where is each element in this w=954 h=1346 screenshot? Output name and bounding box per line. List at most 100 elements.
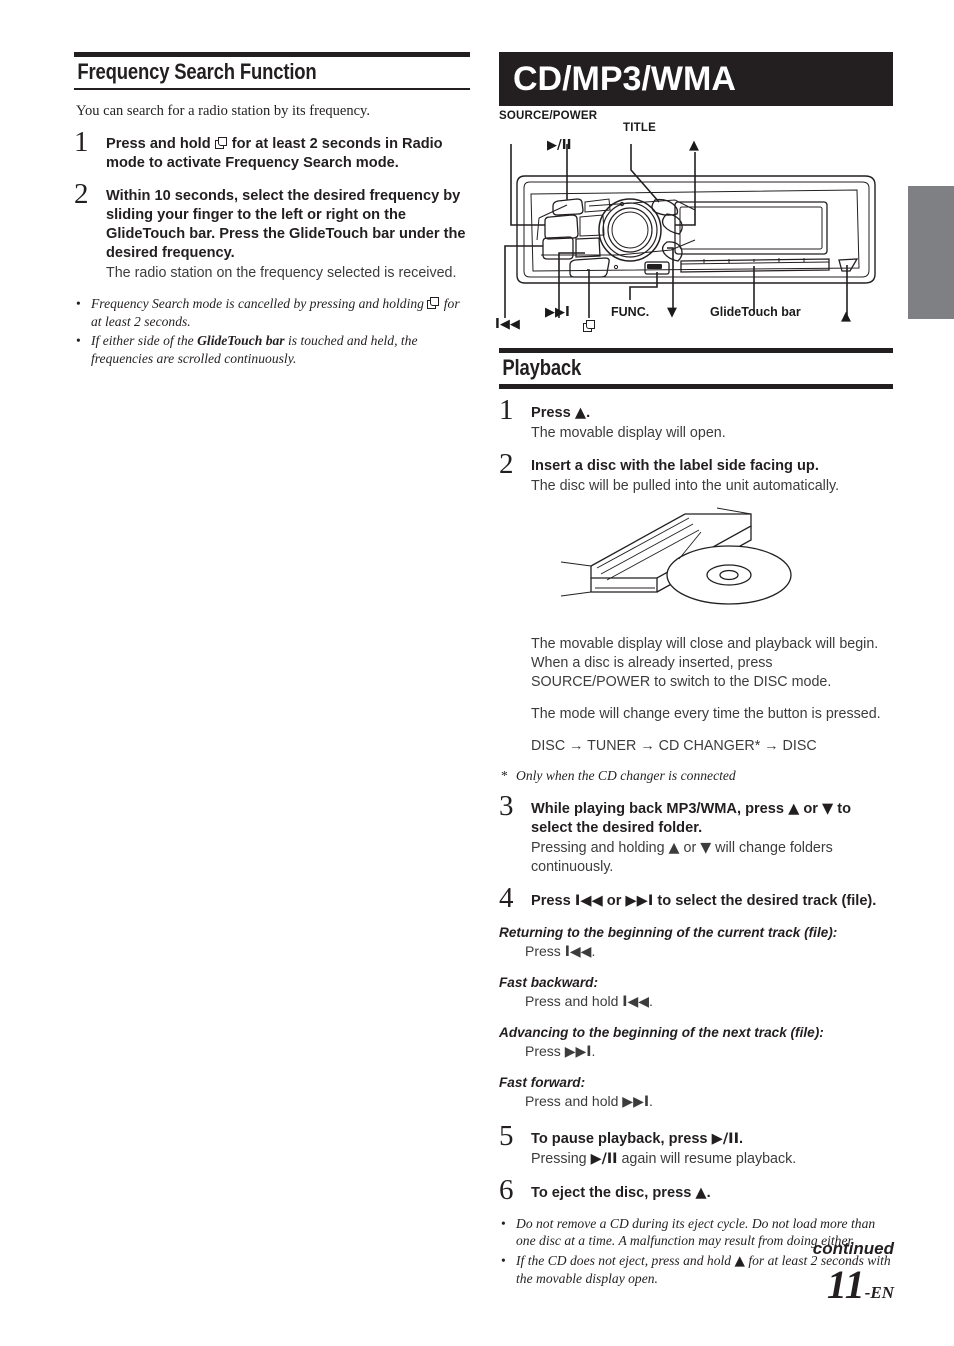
step-title-part-b: to select the desired track (file). — [653, 892, 877, 909]
step-title: Within 10 seconds, select the desired fr… — [106, 187, 470, 263]
step-title-conjunction: or — [799, 800, 823, 817]
prev-track-icon: I◀◀ — [564, 943, 592, 960]
step-title-part-a: Within 10 seconds, select the desired fr… — [106, 188, 461, 223]
label-func: FUNC. — [611, 305, 650, 319]
note-text-a: If the CD does not eject, press and hold — [516, 1252, 735, 1268]
step-description-after-figure: The movable display will close and playb… — [531, 636, 879, 690]
manual-page: Frequency Search Function You can search… — [0, 0, 954, 1346]
label-up-arrow: ▲ — [689, 138, 699, 153]
step-title-part-b: . — [586, 405, 591, 421]
page-number-block: 11-EN — [813, 1261, 894, 1308]
desc-conjunction: or — [679, 839, 701, 856]
operation-body-b: . — [591, 942, 596, 959]
label-next-track: ▶▶I — [545, 305, 570, 320]
head-unit-diagram: SOURCE/POWER TITLE ▶/II ▲ I◀◀ ▶▶I FUNC. … — [495, 110, 893, 352]
desc-part-a: Pressing and holding — [531, 839, 669, 856]
step-description: The disc will be pulled into the unit au… — [531, 478, 840, 494]
eject-icon: ▲ — [695, 1183, 707, 1201]
step-number: 1 — [499, 394, 514, 426]
step-title-part-a: To eject the disc, press — [531, 1184, 696, 1201]
operation-body-a: Press — [525, 1042, 565, 1059]
operation-body-a: Press — [525, 942, 565, 959]
step-title-part-b: . — [706, 1184, 711, 1201]
down-arrow-icon: ▼ — [700, 839, 712, 856]
operation-body: Press ▶▶I. — [525, 1042, 893, 1061]
playback-step-6: 6 To eject the disc, press ▲. — [499, 1175, 893, 1204]
page-number: 11 — [826, 1262, 865, 1307]
operation-heading: Returning to the beginning of the curren… — [499, 924, 838, 940]
operation-advance-to-next-track: Advancing to the beginning of the next t… — [499, 1024, 893, 1061]
display-icon — [214, 137, 228, 150]
step-number: 5 — [499, 1119, 514, 1152]
step-number: 2 — [74, 178, 89, 210]
step-title-part-a: Press — [531, 405, 575, 421]
operation-heading: Fast forward: — [499, 1074, 586, 1090]
step-title: To pause playback, press ▶/II. — [531, 1129, 893, 1149]
notes-list: • Frequency Search mode is cancelled by p… — [74, 295, 470, 367]
note-item: • Frequency Search mode is cancelled by p… — [74, 295, 470, 330]
operation-heading: Fast backward: — [499, 974, 598, 990]
bullet-icon: • — [76, 333, 81, 348]
label-down-arrow: ▼ — [667, 305, 677, 320]
prev-track-icon: I◀◀ — [622, 993, 650, 1010]
step-title-part-b: . — [739, 1130, 744, 1147]
step-title: Press and hold for at least 2 seconds in… — [106, 135, 470, 173]
playback-title: Playback — [502, 355, 582, 380]
step-number: 3 — [499, 789, 514, 822]
label-prev-track: I◀◀ — [495, 317, 520, 332]
operation-return-to-current-track: Returning to the beginning of the curren… — [499, 924, 893, 961]
step-title: Press ▲. — [531, 403, 893, 423]
operation-body-a: Press and hold — [525, 992, 623, 1009]
glidetouch-term: GlideTouch bar — [197, 333, 285, 348]
heading-rule-bottom — [74, 88, 470, 90]
step-1: 1 Press and hold for at least 2 seconds … — [74, 128, 470, 173]
bullet-icon: • — [501, 1215, 506, 1231]
section-heading-frequency-search: Frequency Search Function — [74, 52, 470, 90]
operation-body: Press I◀◀. — [525, 942, 893, 961]
step-description: Pressing ▶/II again will resume playback… — [531, 1150, 893, 1169]
step-title: Press I◀◀ or ▶▶I to select the desired t… — [531, 891, 893, 911]
bullet-icon: • — [76, 296, 81, 311]
label-eject: ▲ — [841, 309, 851, 324]
section-heading-playback: Playback — [499, 348, 893, 389]
operation-body-a: Press and hold — [525, 1092, 623, 1109]
step-title-part-a: To pause playback, press — [531, 1130, 712, 1147]
step-title: To eject the disc, press ▲. — [531, 1183, 893, 1203]
glidetouch-term: GlideTouch bar — [106, 226, 212, 242]
page-footer: continued 11-EN — [813, 1239, 894, 1308]
right-column: CD/MP3/WMA SOURCE/POWER TITLE ▶/II ▲ I◀◀… — [495, 52, 893, 1290]
step-title: While playing back MP3/WMA, press ▲ or ▼… — [531, 799, 893, 838]
continued-label: continued — [812, 1239, 894, 1258]
playback-step-1: 1 Press ▲. The movable display will open… — [499, 396, 893, 443]
footnote-text: Only when the CD changer is connected — [516, 768, 736, 783]
operation-body-b: . — [649, 992, 653, 1009]
disc-insert-diagram — [551, 504, 893, 622]
note-text-a: If either side of the — [91, 333, 198, 348]
chapter-title: CD/MP3/WMA — [513, 60, 736, 98]
chapter-banner: CD/MP3/WMA — [499, 52, 893, 106]
operation-body: Press and hold I◀◀. — [525, 992, 893, 1011]
step-2: 2 Within 10 seconds, select the desired … — [74, 180, 470, 283]
operation-body: Press and hold ▶▶I. — [525, 1092, 893, 1111]
label-title: TITLE — [623, 122, 656, 134]
page-number-suffix: -EN — [864, 1283, 894, 1302]
eject-icon: ▲ — [734, 1252, 745, 1269]
glidetouch-term-2: GlideTouch bar — [289, 226, 395, 242]
down-arrow-icon: ▼ — [822, 799, 834, 817]
up-arrow-icon: ▲ — [668, 839, 680, 856]
note-item: • If either side of the GlideTouch bar is… — [74, 332, 470, 367]
playback-step-2: 2 Insert a disc with the label side faci… — [499, 450, 893, 756]
label-glidetouch-bar: GlideTouch bar — [710, 305, 801, 319]
step-description: The movable display will open. — [531, 425, 726, 441]
step-title-part-a: While playing back MP3/WMA, press — [531, 800, 789, 817]
bullet-icon: • — [501, 1252, 506, 1268]
eject-icon: ▲ — [574, 404, 587, 421]
display-icon — [427, 297, 440, 310]
step-description-mode-change: The mode will change every time the butt… — [531, 706, 881, 722]
operation-body-b: . — [591, 1042, 596, 1059]
step-title-part-a: Press and hold — [106, 136, 215, 152]
step-title-part-b: . Press the — [211, 226, 290, 242]
edge-index-tab — [908, 186, 954, 319]
step-title-conjunction: or — [602, 892, 626, 909]
operation-fast-forward: Fast forward: Press and hold ▶▶I. — [499, 1074, 893, 1111]
